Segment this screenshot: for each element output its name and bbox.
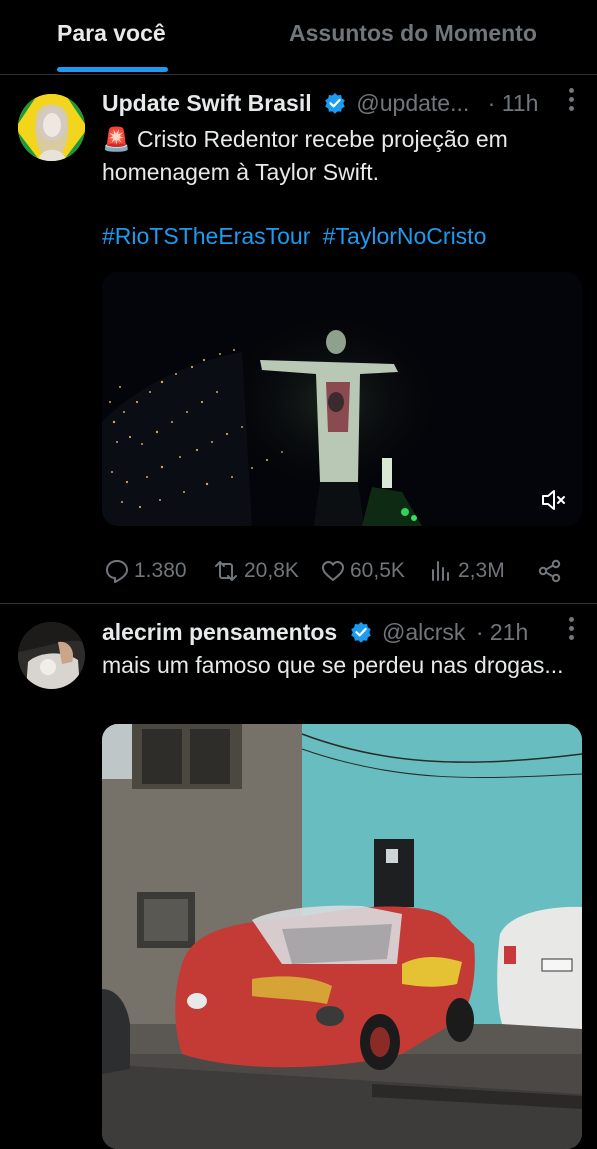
tweet-header: alecrim pensamentos @alcrsk · 21h <box>102 619 582 649</box>
tweet-actions: 1.380 20,8K 60,5K 2,3M <box>102 556 572 586</box>
share-icon <box>538 559 561 583</box>
avatar[interactable] <box>18 622 85 689</box>
separator-dot: · <box>487 90 496 116</box>
tweet-image[interactable] <box>102 724 582 1149</box>
view-count: 2,3M <box>458 559 505 582</box>
reply-count: 1.380 <box>134 559 187 582</box>
views-icon <box>432 561 449 581</box>
tab-trending[interactable]: Assuntos do Momento <box>289 20 537 47</box>
verified-badge-icon <box>350 622 371 643</box>
hashtag-link[interactable]: #RioTSTheErasTour <box>102 223 310 249</box>
reply-icon <box>106 560 128 583</box>
like-count: 60,5K <box>350 559 405 582</box>
more-options-icon[interactable] <box>569 617 575 641</box>
retweet-icon <box>215 561 237 581</box>
tweet-time[interactable]: 11h <box>502 90 539 116</box>
heart-icon <box>322 561 344 581</box>
tweet-body: Cristo Redentor recebe projeção em homen… <box>102 126 508 185</box>
tab-for-you[interactable]: Para você <box>57 20 166 47</box>
more-options-icon[interactable] <box>569 88 575 112</box>
tweet-header: Update Swift Brasil @update... · 11h <box>102 90 582 120</box>
hashtag-link[interactable]: #TaylorNoCristo <box>323 223 487 249</box>
like-button[interactable]: 60,5K <box>320 556 405 586</box>
author-handle[interactable]: @alcrsk <box>382 619 465 645</box>
share-button[interactable] <box>536 556 568 586</box>
author-name[interactable]: alecrim pensamentos <box>102 619 337 645</box>
tweet-body: mais um famoso que se perdeu nas drogas.… <box>102 652 564 678</box>
verified-badge-icon <box>325 93 345 114</box>
retweet-count: 20,8K <box>244 559 299 582</box>
timeline-tabs: Para você Assuntos do Momento <box>0 0 597 75</box>
active-tab-indicator <box>57 67 168 72</box>
tweet-time[interactable]: 21h <box>490 619 528 645</box>
views-button[interactable]: 2,3M <box>428 556 505 586</box>
tweet-video[interactable] <box>102 272 582 526</box>
author-name[interactable]: Update Swift Brasil <box>102 90 312 116</box>
retweet-button[interactable]: 20,8K <box>212 556 299 586</box>
tweet[interactable]: alecrim pensamentos @alcrsk · 21h mais u… <box>0 605 597 1149</box>
author-handle[interactable]: @update... <box>356 90 469 116</box>
separator-dot: · <box>475 619 484 645</box>
tweet-text: 🚨 Cristo Redentor recebe projeção em hom… <box>102 123 572 189</box>
mute-icon[interactable] <box>540 488 568 512</box>
tweet[interactable]: Update Swift Brasil @update... · 11h 🚨 C… <box>0 76 597 604</box>
reply-button[interactable]: 1.380 <box>104 556 187 586</box>
avatar[interactable] <box>18 94 85 161</box>
hashtags: #RioTSTheErasTour #TaylorNoCristo <box>102 223 492 250</box>
siren-emoji: 🚨 <box>102 126 131 152</box>
